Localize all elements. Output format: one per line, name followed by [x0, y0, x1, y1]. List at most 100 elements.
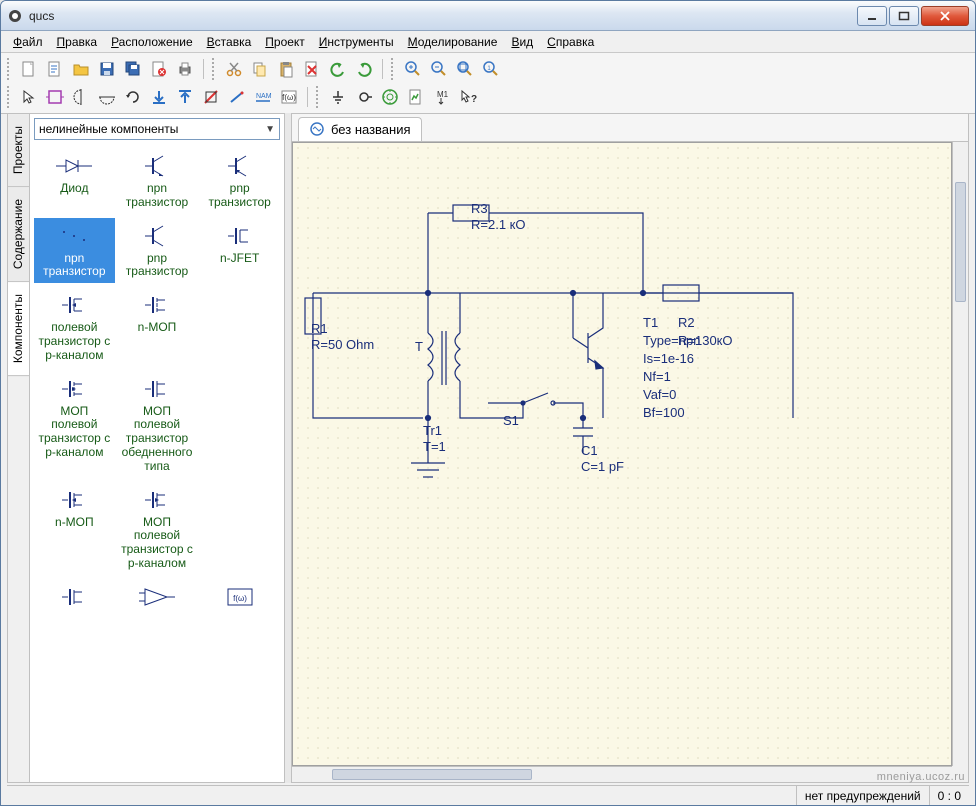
palette-item-label: n-JFET — [201, 252, 278, 266]
marker-icon[interactable]: M1 — [430, 85, 454, 109]
wire-icon[interactable] — [225, 85, 249, 109]
document-tab[interactable]: без названия — [298, 117, 422, 141]
component-symbol-icon — [119, 583, 196, 611]
svg-text:?: ? — [471, 94, 477, 105]
sidebar-tab-contents[interactable]: Содержание — [8, 187, 29, 282]
menu-simulate[interactable]: Моделирование — [402, 33, 504, 51]
new-icon[interactable] — [17, 57, 41, 81]
save-icon[interactable] — [95, 57, 119, 81]
paste-icon[interactable] — [274, 57, 298, 81]
palette-item[interactable]: npn транзистор — [117, 148, 198, 214]
component-icon[interactable] — [43, 85, 67, 109]
mirror-h-icon[interactable] — [69, 85, 93, 109]
copy-icon[interactable] — [248, 57, 272, 81]
combo-value: нелинейные компоненты — [39, 122, 178, 136]
save-all-icon[interactable] — [121, 57, 145, 81]
svg-text:f(ω): f(ω) — [233, 594, 247, 603]
delete-icon[interactable] — [300, 57, 324, 81]
equation-icon[interactable]: f(ω) — [277, 85, 301, 109]
menu-view[interactable]: Вид — [505, 33, 539, 51]
palette-item[interactable]: pnp транзистор — [199, 148, 280, 214]
new-text-icon[interactable] — [43, 57, 67, 81]
document-tabs: без названия — [292, 114, 968, 142]
palette-item-label: npn транзистор — [119, 182, 196, 210]
toolbar-grip[interactable] — [7, 58, 13, 80]
rotate-icon[interactable] — [121, 85, 145, 109]
menu-edit[interactable]: Правка — [51, 33, 104, 51]
zoom-in-icon[interactable] — [401, 57, 425, 81]
port-icon[interactable] — [352, 85, 376, 109]
menu-help[interactable]: Справка — [541, 33, 600, 51]
minimize-button[interactable] — [857, 6, 887, 26]
sidebar-tab-components[interactable]: Компоненты — [8, 282, 29, 376]
schematic-canvas[interactable]: R3 R=2.1 кО R1 R=50 Ohm T Tr1 T=1 S1 C1 … — [292, 142, 952, 766]
help-cursor-icon[interactable]: ? — [456, 85, 480, 109]
mirror-v-icon[interactable] — [95, 85, 119, 109]
component-symbol-icon — [119, 375, 196, 403]
canvas-area: без названия — [291, 113, 969, 783]
go-into-icon[interactable] — [147, 85, 171, 109]
palette-item-label: МОП полевой транзистор обедненного типа — [119, 405, 196, 474]
toolbar-grip[interactable] — [7, 86, 13, 108]
palette-item-label: npn транзистор — [36, 252, 113, 280]
zoom-out-icon[interactable] — [427, 57, 451, 81]
toolbar-grip[interactable] — [212, 58, 218, 80]
open-icon[interactable] — [69, 57, 93, 81]
sidebar-tab-projects[interactable]: Проекты — [8, 114, 29, 187]
palette-item[interactable] — [199, 482, 280, 575]
label-S1: S1 — [503, 413, 519, 428]
status-bar: нет предупреждений 0 : 0 — [7, 785, 969, 805]
close-button[interactable] — [921, 6, 969, 26]
zoom-fit-icon[interactable] — [453, 57, 477, 81]
scrollbar-vertical[interactable] — [952, 142, 968, 766]
undo-icon[interactable] — [326, 57, 350, 81]
maximize-button[interactable] — [889, 6, 919, 26]
cut-icon[interactable] — [222, 57, 246, 81]
toolbar-grip[interactable] — [391, 58, 397, 80]
simulate-icon[interactable] — [378, 85, 402, 109]
go-out-icon[interactable] — [173, 85, 197, 109]
palette-item[interactable]: n-JFET — [199, 218, 280, 284]
print-icon[interactable] — [173, 57, 197, 81]
palette-item[interactable]: n-МОП — [117, 287, 198, 366]
palette-item[interactable]: pnp транзистор — [117, 218, 198, 284]
palette-item-label: МОП полевой транзистор с p-каналом — [119, 516, 196, 571]
component-symbol-icon — [36, 291, 113, 319]
label-T1-name: T1 — [643, 315, 658, 330]
scrollbar-horizontal[interactable] — [292, 766, 952, 782]
palette-item[interactable] — [199, 371, 280, 478]
menu-file[interactable]: Файл — [7, 33, 49, 51]
palette-item[interactable]: Диод — [34, 148, 115, 214]
menu-bar: Файл Правка Расположение Вставка Проект … — [1, 31, 975, 53]
palette-item-label: n-МОП — [119, 321, 196, 335]
palette-item[interactable] — [117, 579, 198, 617]
palette-item[interactable] — [199, 287, 280, 366]
label-R2-name: R2 — [678, 315, 695, 330]
component-symbol-icon — [201, 291, 278, 319]
pointer-icon[interactable] — [17, 85, 41, 109]
palette-item[interactable]: МОП полевой транзистор с p-каналом — [34, 371, 115, 478]
menu-insert[interactable]: Вставка — [201, 33, 258, 51]
dataset-icon[interactable] — [404, 85, 428, 109]
deactivate-icon[interactable] — [199, 85, 223, 109]
toolbars: 1 NAME f(ω) M1 ? — [1, 53, 975, 114]
menu-tools[interactable]: Инструменты — [313, 33, 400, 51]
ground-icon[interactable] — [326, 85, 350, 109]
wire-label-icon[interactable]: NAME — [251, 85, 275, 109]
palette-item[interactable]: МОП полевой транзистор обедненного типа — [117, 371, 198, 478]
palette-item[interactable] — [34, 579, 115, 617]
palette-item[interactable]: f(ω) — [199, 579, 280, 617]
label-R1-val: R=50 Ohm — [311, 337, 374, 352]
redo-icon[interactable] — [352, 57, 376, 81]
palette-item[interactable]: МОП полевой транзистор с p-каналом — [117, 482, 198, 575]
palette-item[interactable]: n-МОП — [34, 482, 115, 575]
close-file-icon[interactable] — [147, 57, 171, 81]
title-bar: qucs — [1, 1, 975, 31]
menu-project[interactable]: Проект — [259, 33, 311, 51]
palette-item[interactable]: npn транзистор — [34, 218, 115, 284]
component-category-combo[interactable]: нелинейные компоненты ▼ — [34, 118, 280, 140]
zoom-1-icon[interactable]: 1 — [479, 57, 503, 81]
toolbar-grip[interactable] — [316, 86, 322, 108]
palette-item[interactable]: полевой транзистор с p-каналом — [34, 287, 115, 366]
menu-position[interactable]: Расположение — [105, 33, 199, 51]
